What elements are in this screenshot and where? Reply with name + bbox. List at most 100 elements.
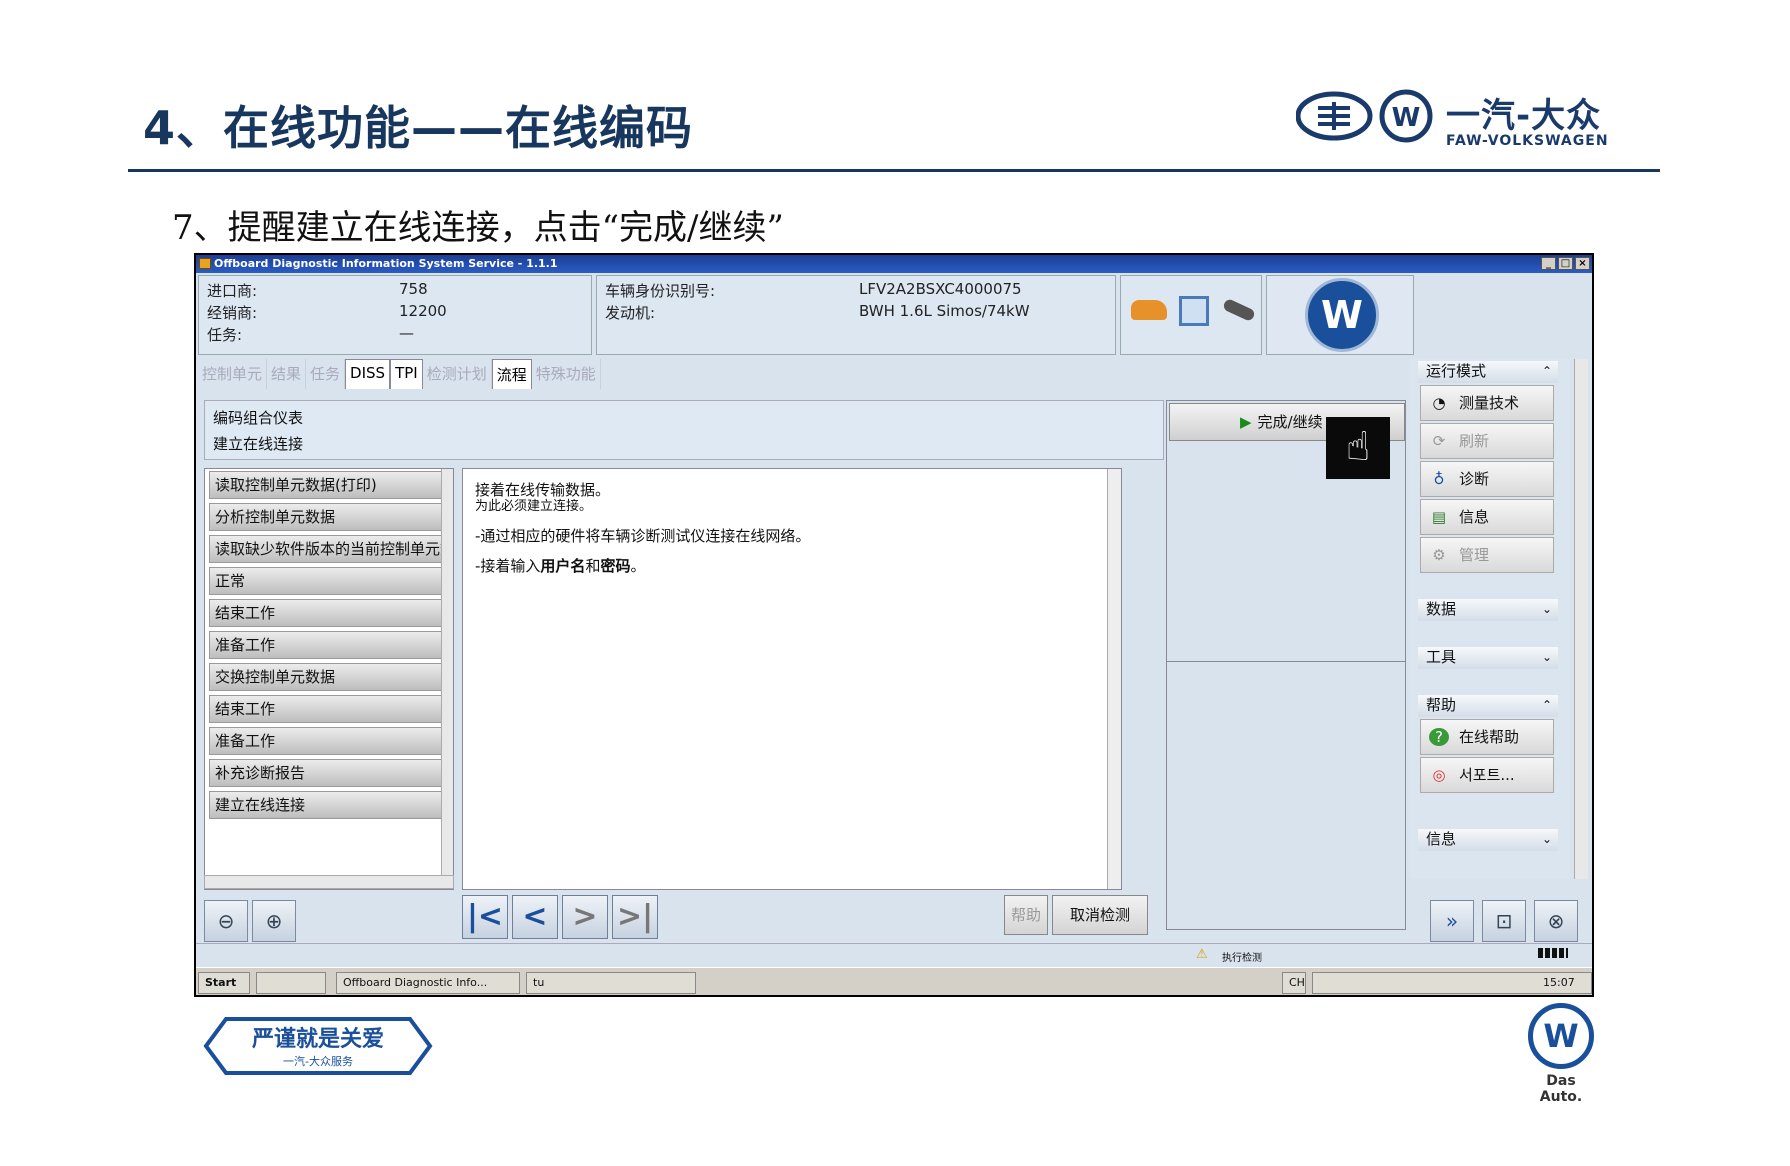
procedure-name: 编码组合仪表: [213, 409, 304, 427]
procedure-step: 建立在线连接: [213, 435, 304, 453]
step-list-scrollbar[interactable]: [441, 469, 453, 889]
previous-step-button[interactable]: <: [512, 895, 558, 939]
support-button[interactable]: ◎ 서포트...: [1420, 757, 1554, 793]
next-step-button[interactable]: >: [562, 895, 608, 939]
tab-test-plan[interactable]: 检测计划: [423, 359, 492, 389]
measure-button[interactable]: ◔ 测量技术: [1420, 385, 1554, 421]
step-list-hscrollbar[interactable]: [204, 875, 454, 889]
tab-diss[interactable]: DISS: [345, 359, 391, 389]
window-titlebar: Offboard Diagnostic Information System S…: [196, 255, 1592, 273]
help-button[interactable]: 帮助: [1004, 895, 1048, 935]
brand-english-name: FAW-VOLKSWAGEN: [1446, 133, 1609, 149]
expand-icon: ⌄: [1541, 602, 1552, 616]
info-section-header[interactable]: 信息 ⌄: [1418, 829, 1558, 851]
status-text: 执行检测: [1222, 953, 1262, 964]
quick-launch[interactable]: [256, 972, 326, 994]
gear-icon: ⚙: [1432, 546, 1446, 564]
first-step-button[interactable]: |<: [462, 895, 508, 939]
slogan-subtext: 一汽-大众服务: [283, 1055, 353, 1068]
tab-tpi[interactable]: TPI: [390, 359, 423, 389]
window-title: Offboard Diagnostic Information System S…: [214, 257, 558, 270]
minimize-button[interactable]: _: [1541, 257, 1556, 270]
cancel-test-button[interactable]: 取消检测: [1052, 895, 1148, 935]
slide-title: 4、在线功能——在线编码: [143, 101, 694, 155]
faw-logo-icon: W: [1295, 89, 1433, 143]
car-icon: [1131, 300, 1167, 320]
tab-process[interactable]: 流程: [491, 359, 532, 389]
password-term: 密码: [600, 557, 631, 575]
measure-label: 测量技术: [1459, 394, 1520, 412]
play-icon: ▶: [1240, 413, 1252, 431]
tab-tasks[interactable]: 任务: [306, 359, 346, 389]
instruction-line-4-mid: 和: [585, 557, 601, 575]
taskbar-item-folder[interactable]: tu: [526, 972, 696, 994]
instruction-line-3: -通过相应的硬件将车辆诊断测试仪连接在线网络。: [475, 527, 811, 545]
list-item[interactable]: 结束工作: [209, 695, 442, 723]
tools-section-header[interactable]: 工具 ⌄: [1418, 647, 1558, 669]
list-item[interactable]: 读取缺少软件版本的当前控制单元数据: [209, 535, 442, 563]
zoom-out-icon[interactable]: ⊖: [204, 900, 248, 942]
books-icon: ▤: [1431, 508, 1447, 526]
slogan-text: 严谨就是关爱: [251, 1027, 384, 1052]
instruction-line-4: -接着输入用户名和密码。: [475, 555, 645, 576]
list-item[interactable]: 补充诊断报告: [209, 759, 442, 787]
app-icon: [199, 258, 211, 269]
fullscreen-icon[interactable]: ⊡: [1482, 900, 1526, 942]
online-help-label: 在线帮助: [1459, 728, 1520, 746]
slide-subtitle: 7、提醒建立在线连接，点击“完成/继续”: [172, 208, 784, 248]
mode-section-label: 运行模式: [1426, 362, 1487, 380]
manage-button[interactable]: ⚙ 管理: [1420, 537, 1554, 573]
tab-special-functions[interactable]: 特殊功能: [532, 359, 601, 389]
help-section-label: 帮助: [1426, 696, 1457, 714]
data-section-label: 数据: [1426, 600, 1457, 618]
list-item[interactable]: 交换控制单元数据: [209, 663, 442, 691]
connection-status-panel: [1120, 275, 1262, 355]
vw-logo-icon: W: [1305, 278, 1379, 352]
instruction-line-2: 为此必须建立连接。: [475, 499, 593, 514]
close-button[interactable]: ×: [1575, 257, 1590, 270]
signal-icon: [1538, 948, 1568, 958]
close-circle-icon[interactable]: ⊗: [1534, 900, 1578, 942]
list-item[interactable]: 正常: [209, 567, 442, 595]
list-item[interactable]: 建立在线连接: [209, 791, 442, 819]
list-item[interactable]: 分析控制单元数据: [209, 503, 442, 531]
dealer-label: 经销商:: [207, 304, 258, 322]
panel-divider: [1167, 661, 1405, 662]
maximize-button[interactable]: □: [1558, 257, 1573, 270]
data-section-header[interactable]: 数据 ⌄: [1418, 599, 1558, 621]
forward-icon[interactable]: »: [1430, 900, 1474, 942]
list-item[interactable]: 读取控制单元数据(打印): [209, 471, 442, 499]
step-list: 读取控制单元数据(打印) 分析控制单元数据 读取缺少软件版本的当前控制单元数据 …: [204, 468, 454, 890]
sidebar-scrollbar[interactable]: [1574, 359, 1588, 879]
zoom-in-icon[interactable]: ⊕: [252, 900, 296, 942]
diagnostic-plug-icon: [1221, 297, 1257, 323]
list-item[interactable]: 准备工作: [209, 631, 442, 659]
importer-value: 758: [399, 280, 428, 298]
mode-section-header[interactable]: 运行模式 ⌃: [1418, 361, 1558, 383]
last-step-button[interactable]: >|: [612, 895, 658, 939]
odis-window: Offboard Diagnostic Information System S…: [194, 253, 1594, 997]
refresh-button[interactable]: ⟳ 刷新: [1420, 423, 1554, 459]
online-help-button[interactable]: ? 在线帮助: [1420, 719, 1554, 755]
diagnose-label: 诊断: [1459, 470, 1490, 488]
help-section-header[interactable]: 帮助 ⌃: [1418, 695, 1558, 717]
list-item[interactable]: 准备工作: [209, 727, 442, 755]
instruction-scrollbar[interactable]: [1107, 469, 1121, 889]
stethoscope-icon: ♁: [1433, 470, 1445, 488]
info-button[interactable]: ▤ 信息: [1420, 499, 1554, 535]
tab-control-unit[interactable]: 控制单元: [198, 359, 268, 389]
list-item[interactable]: 结束工作: [209, 599, 442, 627]
taskbar-item-odis[interactable]: Offboard Diagnostic Info...: [336, 972, 520, 994]
system-tray-clock: 15:07: [1312, 972, 1592, 994]
language-indicator[interactable]: CH: [1282, 972, 1306, 994]
start-button[interactable]: Start: [198, 972, 250, 994]
tab-results[interactable]: 结果: [267, 359, 307, 389]
svg-text:W: W: [1392, 103, 1421, 133]
collapse-icon: ⌃: [1541, 698, 1552, 712]
diagnose-button[interactable]: ♁ 诊断: [1420, 461, 1554, 497]
refresh-icon: ⟳: [1432, 432, 1446, 450]
vehicle-info-panel: 车辆身份识别号: LFV2A2BSXC4000075 发动机: BWH 1.6L…: [596, 275, 1116, 355]
right-sidebar: 运行模式 ⌃ ◔ 测量技术 ⟳ 刷新 ♁ 诊断 ▤ 信息 ⚙ 管理 数据 ⌄ 工具 ⌄ 帮助 ⌃ …: [1410, 359, 1570, 879]
warning-icon: ⚠: [1196, 947, 1208, 962]
instruction-line-4-pre: -接着输入: [475, 557, 541, 575]
